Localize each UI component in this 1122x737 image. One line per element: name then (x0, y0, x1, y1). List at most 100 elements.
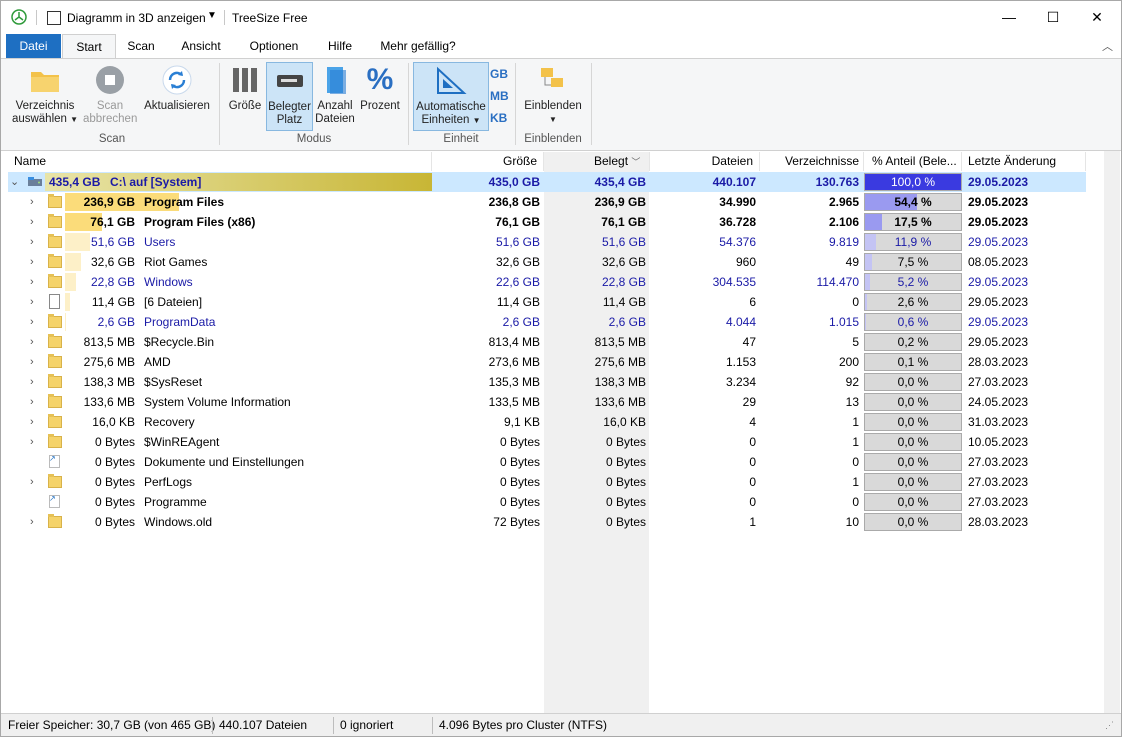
table-row[interactable]: › 2,6 GB ProgramData 2,6 GB 2,6 GB 4.044 1.015… (8, 312, 1086, 332)
tab-mehr-gefaellig[interactable]: Mehr gefällig? (373, 34, 463, 58)
tab-hilfe[interactable]: Hilfe (319, 34, 361, 58)
mode-file-count-label-2: Dateien (315, 113, 355, 125)
column-header-dirs[interactable]: Verzeichnisse (760, 152, 864, 171)
column-header-allocated[interactable]: Belegt ﹀ (544, 152, 650, 171)
table-row[interactable]: › 275,6 MB AMD 273,6 MB 275,6 MB 1.153 200 0,1 … (8, 352, 1086, 372)
resize-grip-icon[interactable]: ⋰ (1105, 720, 1114, 731)
unit-mb-button[interactable]: MB (490, 89, 509, 103)
row-size-label: 0 Bytes (94, 495, 135, 509)
percent-text: 0,0 % (897, 475, 929, 489)
treesize-logo-icon[interactable] (11, 9, 27, 25)
row-allocated: 275,6 MB (594, 355, 646, 369)
table-row[interactable]: › 11,4 GB [6 Dateien] 11,4 GB 11,4 GB 6 0 2,6 %… (8, 292, 1086, 312)
expand-chevron-icon[interactable]: › (30, 212, 34, 232)
maximize-button[interactable]: ☐ (1030, 1, 1076, 34)
mode-size-button[interactable]: Größe (225, 62, 265, 113)
row-files: 4.044 (725, 315, 756, 329)
expand-chevron-icon[interactable]: › (30, 232, 34, 252)
table-row-root[interactable]: ⌄ 435,4 GB C:\ auf [System] 435,0 GB 435… (8, 172, 1086, 192)
show-button[interactable]: Einblenden ▼ (520, 62, 586, 126)
percent-bar: 54,4 % (864, 193, 962, 211)
unit-gb-button[interactable]: GB (490, 67, 508, 81)
titlebar-separator (36, 10, 37, 25)
table-row[interactable]: › 133,6 MB System Volume Information 133,5 … (8, 392, 1086, 412)
unit-kb-button[interactable]: KB (490, 111, 507, 125)
percent-bar: 11,9 % (864, 233, 962, 251)
percent-text: 0,2 % (897, 335, 929, 349)
status-separator (333, 717, 334, 734)
expand-chevron-icon[interactable]: › (30, 352, 34, 372)
table-row[interactable]: › 0 Bytes Windows.old 72 Bytes 0 Bytes 1 10 0,0… (8, 512, 1086, 532)
diagram-3d-checkbox[interactable] (47, 11, 61, 25)
table-row[interactable]: ↗ 0 Bytes Dokumente und Einstellungen 0 Byt… (8, 452, 1086, 472)
expand-chevron-icon[interactable]: › (30, 292, 34, 312)
folder-icon (48, 354, 62, 368)
table-row[interactable]: › 76,1 GB Program Files (x86) 76,1 GB 76,1 G… (8, 212, 1086, 232)
column-header-percent[interactable]: % Anteil (Bele... (864, 152, 962, 171)
collapse-chevron-icon[interactable]: ⌄ (10, 172, 19, 192)
tab-optionen[interactable]: Optionen (241, 34, 307, 58)
select-directory-button[interactable]: Verzeichnis auswählen ▼ (9, 62, 81, 126)
row-allocated: 236,9 GB (594, 195, 646, 209)
row-size-label: 0 Bytes (94, 435, 135, 449)
mode-percent-button[interactable]: % Prozent (358, 62, 402, 113)
row-allocated: 813,5 MB (594, 335, 646, 349)
expand-chevron-icon[interactable]: › (30, 332, 34, 352)
row-size: 135,3 MB (488, 375, 540, 389)
tab-datei[interactable]: Datei (6, 34, 61, 58)
table-row[interactable]: › 16,0 KB Recovery 9,1 KB 16,0 KB 4 1 0,0 % 31.0… (8, 412, 1086, 432)
collapse-ribbon-icon[interactable]: ︿ (1102, 38, 1113, 54)
vertical-scrollbar[interactable] (1104, 151, 1120, 713)
table-row[interactable]: › 51,6 GB Users 51,6 GB 51,6 GB 54.376 9.819 11… (8, 232, 1086, 252)
row-size: 22,6 GB (495, 275, 540, 289)
folder-icon (48, 334, 62, 348)
expand-chevron-icon[interactable]: › (30, 272, 34, 292)
table-row[interactable]: › 32,6 GB Riot Games 32,6 GB 32,6 GB 960 49 7,5… (8, 252, 1086, 272)
table-row[interactable]: › 236,9 GB Program Files 236,8 GB 236,9 GB 34… (8, 192, 1086, 212)
row-dirs: 0 (852, 455, 859, 469)
expand-chevron-icon[interactable]: › (30, 512, 34, 532)
expand-chevron-icon[interactable]: › (30, 412, 34, 432)
column-header-name[interactable]: Name (8, 152, 432, 171)
tab-start[interactable]: Start (62, 34, 116, 59)
table-row[interactable]: ↗ 0 Bytes Programme 0 Bytes 0 Bytes 0 0 0,0 % 27… (8, 492, 1086, 512)
column-header-modified[interactable]: Letzte Änderung (962, 152, 1086, 171)
expand-chevron-icon[interactable]: › (30, 472, 34, 492)
tab-ansicht[interactable]: Ansicht (171, 34, 231, 58)
diagram-3d-label[interactable]: Diagramm in 3D anzeigen (67, 11, 206, 25)
row-name: $SysReset (144, 375, 203, 389)
quick-access-dropdown-icon[interactable]: ▼ (207, 10, 217, 21)
row-files: 0 (749, 495, 756, 509)
mode-file-count-button[interactable]: Anzahl Dateien (314, 62, 356, 126)
refresh-button[interactable]: Aktualisieren (140, 62, 214, 113)
table-row[interactable]: › 0 Bytes PerfLogs 0 Bytes 0 Bytes 0 1 0,0 % 27.… (8, 472, 1086, 492)
expand-chevron-icon[interactable]: › (30, 192, 34, 212)
column-header-size[interactable]: Größe (432, 152, 544, 171)
auto-units-button[interactable]: Automatische Einheiten ▼ (413, 62, 489, 131)
expand-chevron-icon[interactable]: › (30, 432, 34, 452)
expand-chevron-icon[interactable]: › (30, 312, 34, 332)
row-files: 54.376 (719, 235, 756, 249)
row-name: ProgramData (144, 315, 216, 329)
percent-bar: 0,0 % (864, 453, 962, 471)
refresh-icon (161, 64, 193, 96)
status-file-count: 440.107 Dateien (219, 718, 308, 732)
folder-icon (48, 514, 62, 528)
column-header-files[interactable]: Dateien (650, 152, 760, 171)
table-row[interactable]: › 0 Bytes $WinREAgent 0 Bytes 0 Bytes 0 1 0,0 %… (8, 432, 1086, 452)
expand-chevron-icon[interactable]: › (30, 252, 34, 272)
table-row[interactable]: › 138,3 MB $SysReset 135,3 MB 138,3 MB 3.234 9… (8, 372, 1086, 392)
minimize-button[interactable]: — (986, 1, 1032, 34)
mode-allocated-button[interactable]: Belegter Platz (266, 62, 313, 131)
close-button[interactable]: ✕ (1074, 1, 1120, 34)
row-dirs: 1 (852, 415, 859, 429)
folder-icon (48, 394, 62, 408)
row-files: 304.535 (712, 275, 756, 289)
table-row[interactable]: › 813,5 MB $Recycle.Bin 813,4 MB 813,5 MB 47 5… (8, 332, 1086, 352)
title-bar: Diagramm in 3D anzeigen ▼ TreeSize Free … (1, 1, 1121, 34)
expand-chevron-icon[interactable]: › (30, 392, 34, 412)
expand-chevron-icon[interactable]: › (30, 372, 34, 392)
tab-scan[interactable]: Scan (119, 34, 163, 58)
table-row[interactable]: › 22,8 GB Windows 22,6 GB 22,8 GB 304.535 114.… (8, 272, 1086, 292)
scan-abort-button[interactable]: Scan abbrechen (83, 62, 137, 126)
